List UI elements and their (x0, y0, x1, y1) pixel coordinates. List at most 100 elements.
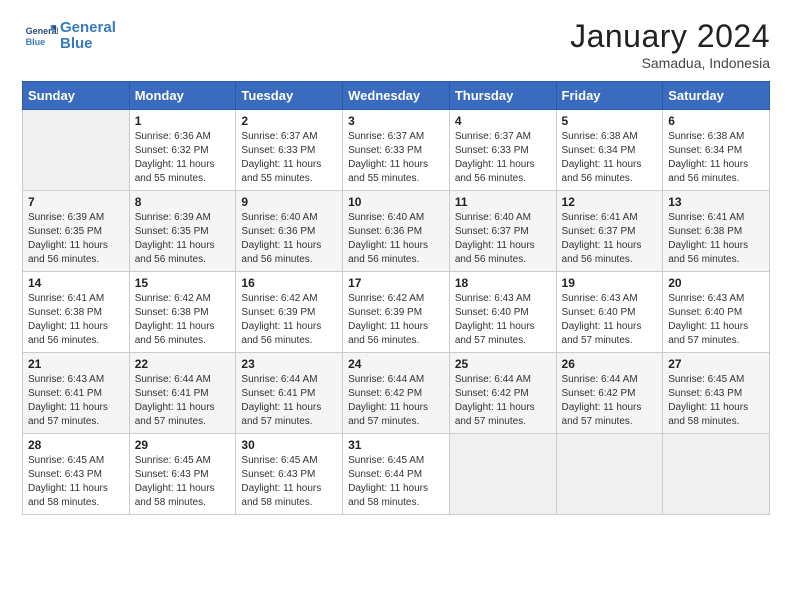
day-number: 14 (28, 276, 124, 290)
day-number: 20 (668, 276, 764, 290)
calendar-week-2: 7 Sunrise: 6:39 AMSunset: 6:35 PMDaylight… (23, 191, 770, 272)
cell-info: Sunrise: 6:42 AMSunset: 6:38 PMDaylight:… (135, 292, 231, 348)
location-title: Samadua, Indonesia (570, 55, 770, 71)
calendar-cell: 12Sunrise: 6:41 AMSunset: 6:37 PMDayligh… (556, 191, 663, 272)
calendar-table: Sunday Monday Tuesday Wednesday Thursday… (22, 81, 770, 515)
day-number: 29 (135, 438, 231, 452)
calendar-cell: 31Sunrise: 6:45 AMSunset: 6:44 PMDayligh… (343, 434, 450, 515)
logo-blue: Blue (60, 35, 93, 52)
calendar-cell: 23 Sunrise: 6:44 AMSunset: 6:41 PMDayligh… (236, 353, 343, 434)
cell-info: Sunrise: 6:44 AMSunset: 6:41 PMDaylight:… (135, 373, 231, 429)
header: General Blue General Blue January 2024 S… (22, 18, 770, 71)
day-number: 11 (455, 195, 551, 209)
col-friday: Friday (556, 82, 663, 110)
calendar-cell: 4 Sunrise: 6:37 AMSunset: 6:33 PMDaylight… (449, 110, 556, 191)
calendar-cell: 18 Sunrise: 6:43 AMSunset: 6:40 PMDayligh… (449, 272, 556, 353)
cell-info: Sunrise: 6:43 AMSunset: 6:41 PMDaylight:… (28, 373, 124, 429)
day-number: 5 (562, 114, 658, 128)
cell-info: Sunrise: 6:36 AMSunset: 6:32 PMDaylight:… (135, 130, 231, 186)
col-monday: Monday (129, 82, 236, 110)
cell-info: Sunrise: 6:43 AMSunset: 6:40 PMDaylight:… (668, 292, 764, 348)
day-number: 19 (562, 276, 658, 290)
calendar-week-1: 1Sunrise: 6:36 AMSunset: 6:32 PMDaylight… (23, 110, 770, 191)
cell-info: Sunrise: 6:41 AMSunset: 6:38 PMDaylight:… (28, 292, 124, 348)
day-number: 16 (241, 276, 337, 290)
col-sunday: Sunday (23, 82, 130, 110)
cell-info: Sunrise: 6:44 AMSunset: 6:42 PMDaylight:… (348, 373, 444, 429)
day-number: 28 (28, 438, 124, 452)
calendar-cell: 6Sunrise: 6:38 AMSunset: 6:34 PMDaylight… (663, 110, 770, 191)
cell-info: Sunrise: 6:43 AMSunset: 6:40 PMDaylight:… (455, 292, 551, 348)
calendar-cell: 3Sunrise: 6:37 AMSunset: 6:33 PMDaylight… (343, 110, 450, 191)
logo-icon: General Blue (22, 18, 58, 54)
calendar-cell: 29Sunrise: 6:45 AMSunset: 6:43 PMDayligh… (129, 434, 236, 515)
month-title: January 2024 (570, 18, 770, 55)
calendar-cell: 24 Sunrise: 6:44 AMSunset: 6:42 PMDayligh… (343, 353, 450, 434)
calendar-cell: 2 Sunrise: 6:37 AMSunset: 6:33 PMDaylight… (236, 110, 343, 191)
day-number: 22 (135, 357, 231, 371)
calendar-body: 1Sunrise: 6:36 AMSunset: 6:32 PMDaylight… (23, 110, 770, 515)
cell-info: Sunrise: 6:39 AMSunset: 6:35 PMDaylight:… (28, 211, 124, 267)
day-number: 30 (241, 438, 337, 452)
cell-info: Sunrise: 6:42 AMSunset: 6:39 PMDaylight:… (241, 292, 337, 348)
calendar-cell: 15 Sunrise: 6:42 AMSunset: 6:38 PMDayligh… (129, 272, 236, 353)
cell-info: Sunrise: 6:44 AMSunset: 6:42 PMDaylight:… (562, 373, 658, 429)
cell-info: Sunrise: 6:41 AMSunset: 6:38 PMDaylight:… (668, 211, 764, 267)
calendar-cell: 9 Sunrise: 6:40 AMSunset: 6:36 PMDaylight… (236, 191, 343, 272)
cell-info: Sunrise: 6:39 AMSunset: 6:35 PMDaylight:… (135, 211, 231, 267)
day-number: 9 (241, 195, 337, 209)
title-block: January 2024 Samadua, Indonesia (570, 18, 770, 71)
day-number: 24 (348, 357, 444, 371)
page: General Blue General Blue January 2024 S… (0, 0, 792, 612)
cell-info: Sunrise: 6:38 AMSunset: 6:34 PMDaylight:… (668, 130, 764, 186)
calendar-cell: 19Sunrise: 6:43 AMSunset: 6:40 PMDayligh… (556, 272, 663, 353)
col-wednesday: Wednesday (343, 82, 450, 110)
cell-info: Sunrise: 6:45 AMSunset: 6:43 PMDaylight:… (28, 454, 124, 510)
calendar-cell (449, 434, 556, 515)
calendar-week-5: 28 Sunrise: 6:45 AMSunset: 6:43 PMDayligh… (23, 434, 770, 515)
calendar-cell: 21Sunrise: 6:43 AMSunset: 6:41 PMDayligh… (23, 353, 130, 434)
day-number: 7 (28, 195, 124, 209)
calendar-cell: 14 Sunrise: 6:41 AMSunset: 6:38 PMDayligh… (23, 272, 130, 353)
cell-info: Sunrise: 6:41 AMSunset: 6:37 PMDaylight:… (562, 211, 658, 267)
calendar-cell: 20 Sunrise: 6:43 AMSunset: 6:40 PMDayligh… (663, 272, 770, 353)
day-number: 26 (562, 357, 658, 371)
calendar-cell: 8Sunrise: 6:39 AMSunset: 6:35 PMDaylight… (129, 191, 236, 272)
cell-info: Sunrise: 6:37 AMSunset: 6:33 PMDaylight:… (241, 130, 337, 186)
logo-text: General Blue (60, 20, 116, 53)
cell-info: Sunrise: 6:38 AMSunset: 6:34 PMDaylight:… (562, 130, 658, 186)
col-saturday: Saturday (663, 82, 770, 110)
day-number: 4 (455, 114, 551, 128)
day-number: 18 (455, 276, 551, 290)
svg-text:Blue: Blue (26, 37, 46, 47)
cell-info: Sunrise: 6:44 AMSunset: 6:42 PMDaylight:… (455, 373, 551, 429)
day-number: 17 (348, 276, 444, 290)
cell-info: Sunrise: 6:45 AMSunset: 6:43 PMDaylight:… (241, 454, 337, 510)
calendar-header: Sunday Monday Tuesday Wednesday Thursday… (23, 82, 770, 110)
calendar-cell (556, 434, 663, 515)
calendar-cell (663, 434, 770, 515)
day-number: 15 (135, 276, 231, 290)
day-number: 13 (668, 195, 764, 209)
cell-info: Sunrise: 6:42 AMSunset: 6:39 PMDaylight:… (348, 292, 444, 348)
calendar-cell: 11Sunrise: 6:40 AMSunset: 6:37 PMDayligh… (449, 191, 556, 272)
calendar-cell: 7 Sunrise: 6:39 AMSunset: 6:35 PMDaylight… (23, 191, 130, 272)
header-row: Sunday Monday Tuesday Wednesday Thursday… (23, 82, 770, 110)
calendar-cell: 22 Sunrise: 6:44 AMSunset: 6:41 PMDayligh… (129, 353, 236, 434)
day-number: 2 (241, 114, 337, 128)
cell-info: Sunrise: 6:40 AMSunset: 6:36 PMDaylight:… (348, 211, 444, 267)
calendar-cell: 17 Sunrise: 6:42 AMSunset: 6:39 PMDayligh… (343, 272, 450, 353)
calendar-cell: 10Sunrise: 6:40 AMSunset: 6:36 PMDayligh… (343, 191, 450, 272)
calendar-cell: 1Sunrise: 6:36 AMSunset: 6:32 PMDaylight… (129, 110, 236, 191)
cell-info: Sunrise: 6:37 AMSunset: 6:33 PMDaylight:… (348, 130, 444, 186)
cell-info: Sunrise: 6:45 AMSunset: 6:44 PMDaylight:… (348, 454, 444, 510)
calendar-cell: 30 Sunrise: 6:45 AMSunset: 6:43 PMDayligh… (236, 434, 343, 515)
col-tuesday: Tuesday (236, 82, 343, 110)
cell-info: Sunrise: 6:44 AMSunset: 6:41 PMDaylight:… (241, 373, 337, 429)
day-number: 23 (241, 357, 337, 371)
cell-info: Sunrise: 6:37 AMSunset: 6:33 PMDaylight:… (455, 130, 551, 186)
calendar-cell (23, 110, 130, 191)
cell-info: Sunrise: 6:40 AMSunset: 6:36 PMDaylight:… (241, 211, 337, 267)
day-number: 25 (455, 357, 551, 371)
calendar-week-3: 14 Sunrise: 6:41 AMSunset: 6:38 PMDayligh… (23, 272, 770, 353)
